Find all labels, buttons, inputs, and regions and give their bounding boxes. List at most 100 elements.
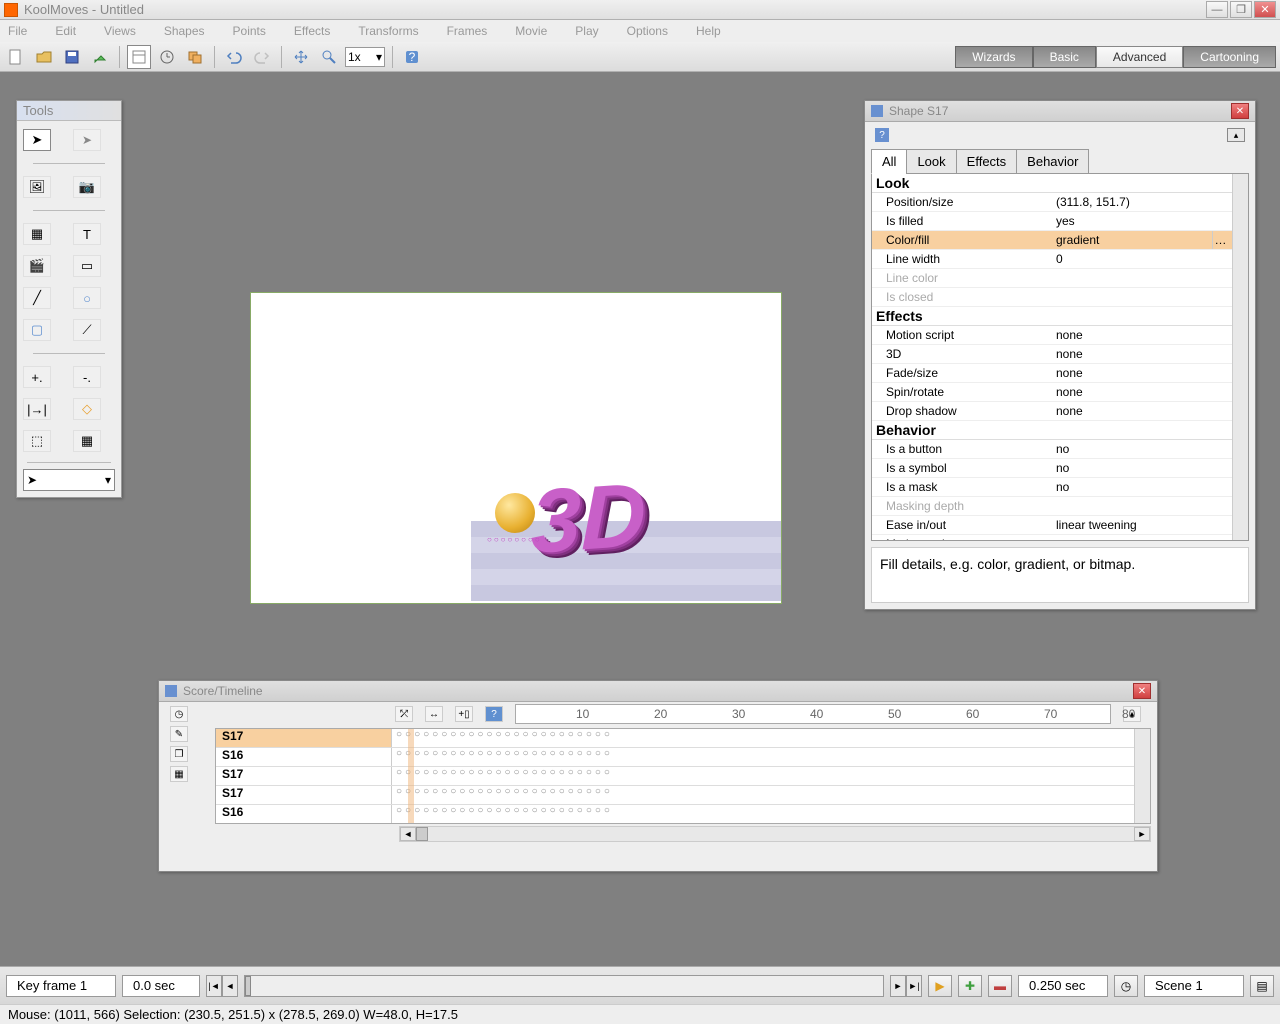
new-button[interactable] [4,45,28,69]
open-button[interactable] [32,45,56,69]
tl-select-icon[interactable]: ⤱ [395,706,413,722]
prop-row[interactable]: Is a symbolno [872,459,1232,478]
timeline-hscroll[interactable]: ◄► [399,826,1151,842]
prop-tab-all[interactable]: All [871,149,907,174]
timeline-titlebar[interactable]: Score/Timeline ✕ [159,681,1157,702]
move-button[interactable] [289,45,313,69]
maximize-button[interactable]: ❐ [1230,1,1252,18]
canvas[interactable]: 3D [250,292,782,604]
tool-camera[interactable]: 📷 [73,176,101,198]
tl-stretch-icon[interactable]: ↔ [425,706,443,722]
menu-points[interactable]: Points [233,24,266,38]
tool-subselect[interactable]: ➤ [73,129,101,151]
duration-input[interactable]: 0.250 sec [1018,975,1108,997]
timeline-vscroll[interactable] [1134,729,1150,823]
selection-handles[interactable] [487,531,537,551]
tab-basic[interactable]: Basic [1033,46,1096,68]
timeline-ruler[interactable]: 1020304050607080 [515,704,1111,724]
timeline-track-row[interactable]: S17○○○○○○○○○○○○○○○○○○○○○○○○ [216,729,1150,748]
prop-row[interactable]: Drop shadownone [872,402,1232,421]
menu-effects[interactable]: Effects [294,24,330,38]
menu-play[interactable]: Play [575,24,598,38]
save-button[interactable] [60,45,84,69]
tab-cartooning[interactable]: Cartooning [1183,46,1276,68]
export-button[interactable] [88,45,112,69]
tab-advanced[interactable]: Advanced [1096,46,1183,68]
add-frame-button[interactable]: ✚ [958,975,982,997]
close-button[interactable]: ✕ [1254,1,1276,18]
clock-icon[interactable]: ◷ [1114,975,1138,997]
zoom-button[interactable] [317,45,341,69]
menu-help[interactable]: Help [696,24,721,38]
prop-row[interactable]: Ease in/outlinear tweening [872,516,1232,535]
timeline-track-row[interactable]: S16○○○○○○○○○○○○○○○○○○○○○○○○ [216,748,1150,767]
tool-freehand[interactable]: ⟋ [73,319,101,341]
tool-button[interactable]: ▭ [73,255,101,277]
timeline-track-row[interactable]: S17○○○○○○○○○○○○○○○○○○○○○○○○ [216,767,1150,786]
prop-tab-behavior[interactable]: Behavior [1016,149,1089,174]
keyframe-indicator[interactable]: Key frame 1 [6,975,116,997]
menu-shapes[interactable]: Shapes [164,24,205,38]
frame-slider[interactable] [244,975,884,997]
layers-button[interactable] [183,45,207,69]
menu-file[interactable]: File [8,24,27,38]
scene-menu-icon[interactable]: ▤ [1250,975,1274,997]
tl-insert-icon[interactable]: +▯ [455,706,473,722]
tl-clock-icon[interactable]: ◷ [170,706,188,722]
prop-row[interactable]: Line width0 [872,250,1232,269]
timeline-close[interactable]: ✕ [1133,683,1151,699]
library-button[interactable] [127,45,151,69]
prop-row[interactable]: Position/size(311.8, 151.7) [872,193,1232,212]
tool-ellipse[interactable]: ○ [73,287,101,309]
properties-help-icon[interactable]: ? [875,128,889,142]
prop-row[interactable]: Is a buttonno [872,440,1232,459]
zoom-level[interactable]: 1x▾ [345,47,385,67]
menu-frames[interactable]: Frames [447,24,488,38]
tl-grid-icon[interactable]: ▦ [170,766,188,782]
undo-button[interactable] [222,45,246,69]
help-button[interactable]: ? [400,45,424,69]
tl-wand-icon[interactable]: ✎ [170,726,188,742]
menu-edit[interactable]: Edit [55,24,76,38]
menu-views[interactable]: Views [104,24,136,38]
tool-image[interactable]: 🖼 [23,176,51,198]
tool-text[interactable]: T [73,223,101,245]
prop-row[interactable]: Color/fillgradient… [872,231,1232,250]
tab-wizards[interactable]: Wizards [955,46,1032,68]
tool-delpoint[interactable]: -. [73,366,101,388]
prop-row[interactable]: Motion pathnone [872,535,1232,541]
prop-row[interactable]: Is filledyes [872,212,1232,231]
tool-selector-dropdown[interactable]: ➤ ▾ [23,469,115,491]
tl-help-icon[interactable]: ? [485,706,503,722]
tl-copy-icon[interactable]: ❐ [170,746,188,762]
properties-titlebar[interactable]: Shape S17 ✕ [865,101,1255,122]
scene-indicator[interactable]: Scene 1 [1144,975,1244,997]
frame-nav-back[interactable]: |◄◄ [206,975,238,997]
tool-bucket[interactable]: ◇ [73,398,101,420]
remove-frame-button[interactable]: ▬ [988,975,1012,997]
timeline-track-row[interactable]: S17○○○○○○○○○○○○○○○○○○○○○○○○ [216,786,1150,805]
prop-row[interactable]: Fade/sizenone [872,364,1232,383]
tool-component[interactable]: ▦ [23,223,51,245]
clock-button[interactable] [155,45,179,69]
menu-options[interactable]: Options [627,24,668,38]
redo-button[interactable] [250,45,274,69]
play-button[interactable]: ▶ [928,975,952,997]
prop-tab-effects[interactable]: Effects [956,149,1018,174]
tool-lasso[interactable]: ⬚ [23,430,51,452]
menu-movie[interactable]: Movie [515,24,547,38]
frame-nav-fwd[interactable]: ►►| [890,975,922,997]
tool-addpoint[interactable]: +. [23,366,51,388]
prop-tab-look[interactable]: Look [906,149,956,174]
prop-edit-button[interactable]: … [1212,231,1228,249]
prop-row[interactable]: 3Dnone [872,345,1232,364]
menu-transforms[interactable]: Transforms [358,24,418,38]
tool-grid[interactable]: ▦ [73,430,101,452]
prop-row[interactable]: Spin/rotatenone [872,383,1232,402]
tool-rect[interactable]: ▢ [23,319,51,341]
prop-row[interactable]: Is a maskno [872,478,1232,497]
tool-arrow[interactable]: ➤ [23,129,51,151]
properties-scrollbar[interactable] [1232,174,1248,540]
minimize-button[interactable]: — [1206,1,1228,18]
properties-close[interactable]: ✕ [1231,103,1249,119]
